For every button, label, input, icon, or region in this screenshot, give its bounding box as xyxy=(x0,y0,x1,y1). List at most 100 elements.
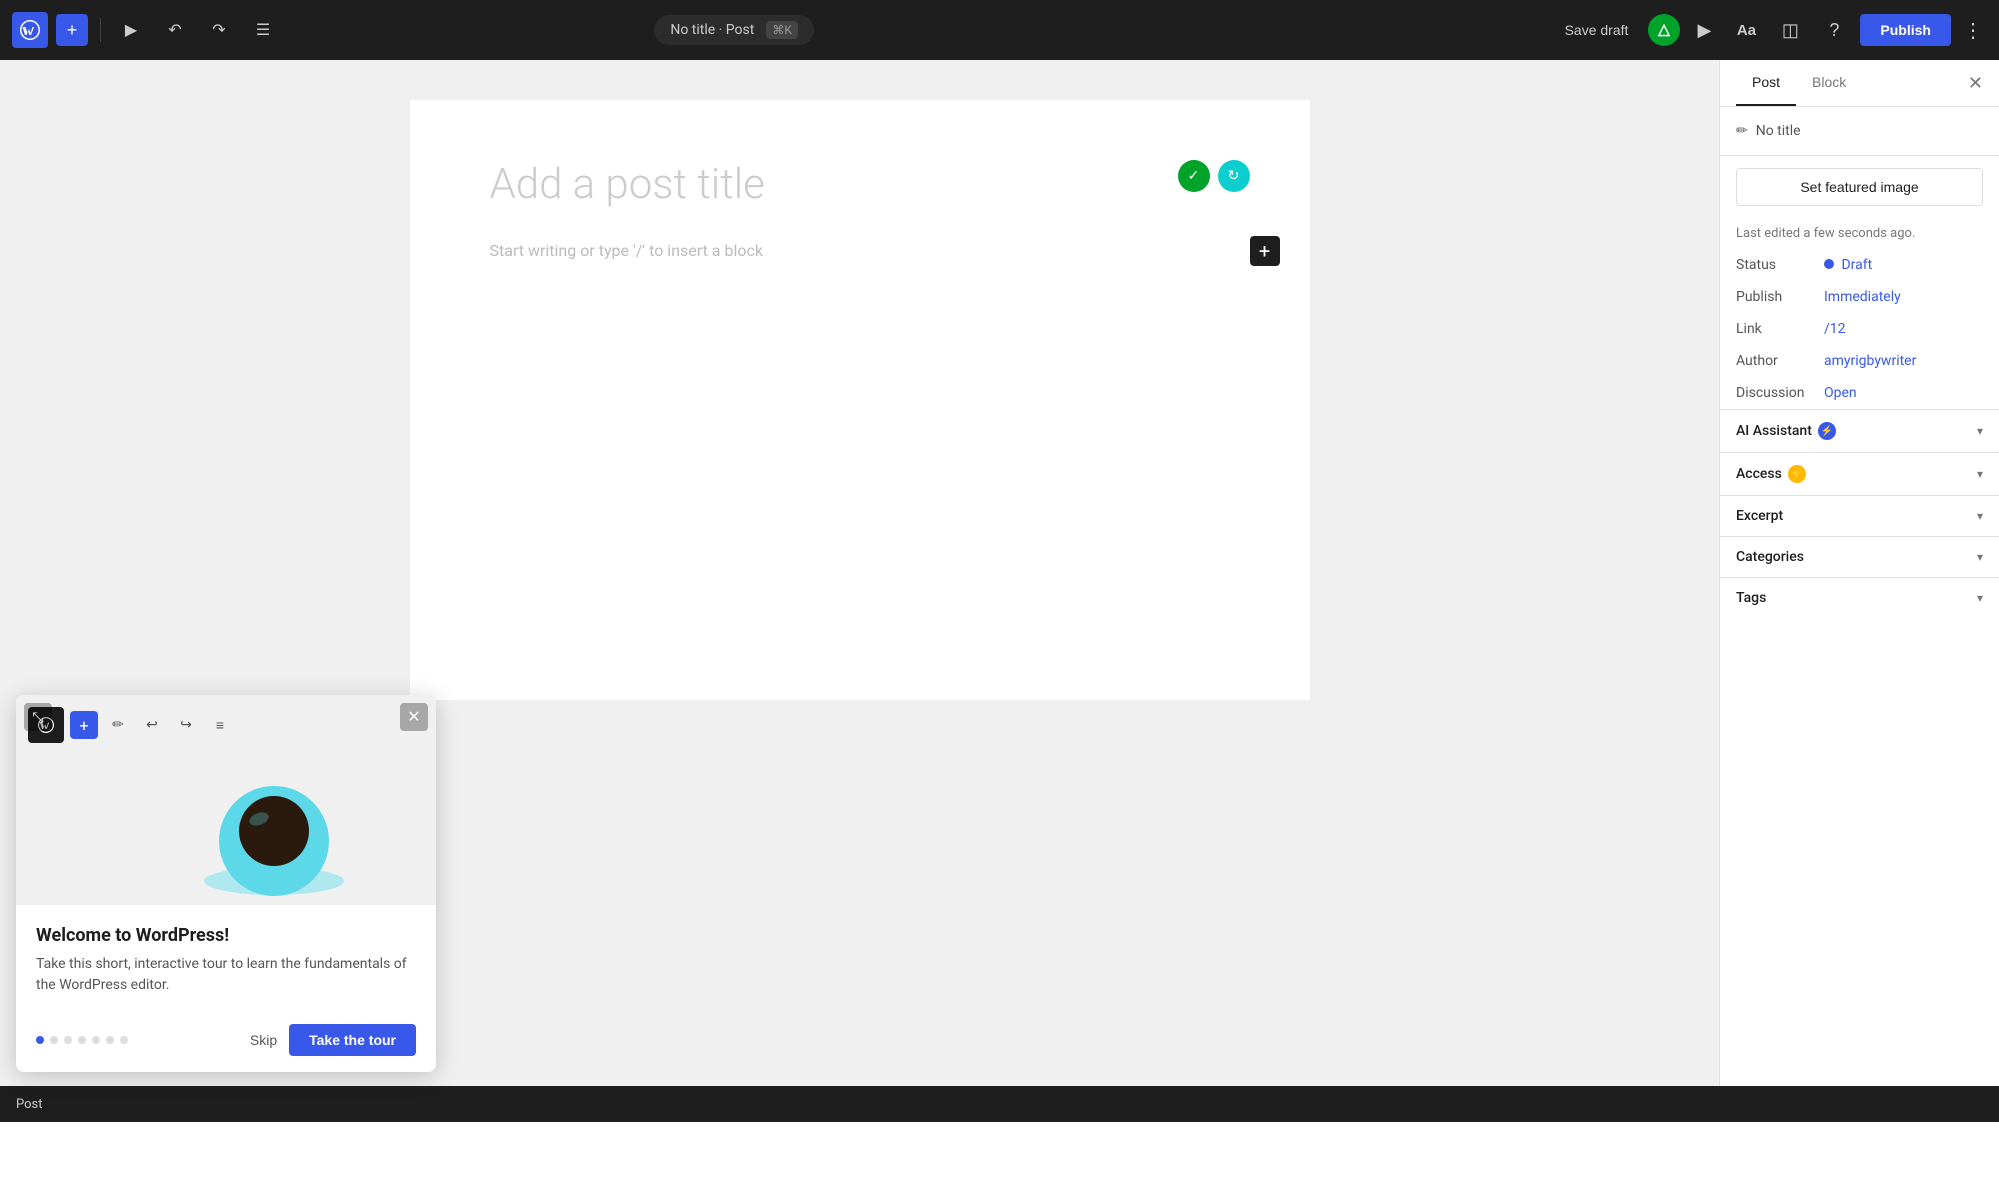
dot-3 xyxy=(64,1036,72,1044)
add-block-btn[interactable]: + xyxy=(56,14,88,46)
author-value[interactable]: amyrigbywriter xyxy=(1824,353,1916,369)
popup-close-icon: ✕ xyxy=(407,707,420,727)
jetpack-icon[interactable] xyxy=(1648,14,1680,46)
categories-header[interactable]: Categories ▾ xyxy=(1720,537,1999,577)
tags-chevron-icon: ▾ xyxy=(1977,591,1983,605)
dot-5 xyxy=(92,1036,100,1044)
dot-6 xyxy=(106,1036,114,1044)
right-sidebar: Post Block ✕ ✏ No title Set featured ima… xyxy=(1719,60,1999,1122)
editor-canvas: ✓ ↻ Start writing or type '/' to insert … xyxy=(410,100,1310,700)
author-row: Author amyrigbywriter xyxy=(1720,345,1999,377)
dot-2 xyxy=(50,1036,58,1044)
list-view-btn[interactable]: ☰ xyxy=(245,12,281,48)
access-section: Access ⚡ ▾ xyxy=(1720,452,1999,495)
access-label: Access xyxy=(1736,466,1782,482)
categories-section: Categories ▾ xyxy=(1720,536,1999,577)
take-tour-btn[interactable]: Take the tour xyxy=(289,1024,416,1056)
help-icon: ? xyxy=(1829,20,1839,41)
list-icon: ☰ xyxy=(256,20,270,40)
tab-block[interactable]: Block xyxy=(1796,60,1862,106)
mini-redo-icon: ↪ xyxy=(172,711,200,739)
publish-label: Publish xyxy=(1736,289,1816,305)
access-header[interactable]: Access ⚡ ▾ xyxy=(1720,453,1999,495)
access-chevron-icon: ▾ xyxy=(1977,467,1983,481)
help-btn[interactable]: ? xyxy=(1816,12,1852,48)
typography-icon: Aa xyxy=(1737,22,1756,39)
status-value: Draft xyxy=(1824,257,1872,273)
more-icon: ⋮ xyxy=(1963,20,1983,42)
popup-dots xyxy=(36,1036,128,1044)
title-pill[interactable]: No title · Post ⌘K xyxy=(654,15,814,45)
link-value[interactable]: /12 xyxy=(1824,321,1846,337)
status-row: Status Draft xyxy=(1720,249,1999,281)
link-label: Link xyxy=(1736,321,1816,337)
plus-inline-icon: + xyxy=(1259,239,1270,263)
preview-btn[interactable]: ▶ xyxy=(1688,14,1720,46)
popup-mini-toolbar: + ✏ ↩ ↪ ≡ xyxy=(28,707,234,743)
select-tool-btn[interactable]: ▶ xyxy=(113,12,149,48)
editor-float-icons: ✓ ↻ xyxy=(1178,160,1250,192)
pencil-icon: ✏ xyxy=(1736,123,1748,139)
undo-btn[interactable]: ↶ xyxy=(157,12,193,48)
status-dot xyxy=(1824,259,1834,269)
tab-post[interactable]: Post xyxy=(1736,60,1796,106)
expand-icon: ⤡ xyxy=(32,709,43,726)
sidebar-post-title-text: No title xyxy=(1756,123,1801,139)
post-title-input[interactable] xyxy=(490,160,1230,209)
typography-btn[interactable]: Aa xyxy=(1728,12,1764,48)
play-icon: ▶ xyxy=(1698,20,1712,41)
popup-content: Welcome to WordPress! Take this short, i… xyxy=(16,905,436,1012)
save-draft-btn[interactable]: Save draft xyxy=(1553,16,1641,44)
top-toolbar: + ▶ ↶ ↷ ☰ No title · Post ⌘K Save draft … xyxy=(0,0,1999,60)
more-options-btn[interactable]: ⋮ xyxy=(1959,14,1987,47)
separator xyxy=(100,18,101,42)
dot-7 xyxy=(120,1036,128,1044)
add-block-inline-btn[interactable]: + xyxy=(1250,236,1280,266)
post-title-display: No title · Post xyxy=(670,22,754,38)
mini-undo-icon: ↩ xyxy=(138,711,166,739)
sidebar-close-btn[interactable]: ✕ xyxy=(1968,60,1983,106)
excerpt-header[interactable]: Excerpt ▾ xyxy=(1720,496,1999,536)
popup-actions: Skip Take the tour xyxy=(250,1024,416,1056)
set-featured-image-btn[interactable]: Set featured image xyxy=(1736,168,1983,206)
status-label: Status xyxy=(1736,257,1816,273)
ai-bolt-icon: ⚡ xyxy=(1818,422,1836,440)
ai-assistant-header[interactable]: AI Assistant ⚡ ▾ xyxy=(1720,410,1999,452)
redo-btn[interactable]: ↷ xyxy=(201,12,237,48)
tags-label: Tags xyxy=(1736,590,1766,606)
redo-icon: ↷ xyxy=(212,20,225,40)
undo-icon: ↶ xyxy=(168,20,181,40)
green-float-icon[interactable]: ✓ xyxy=(1178,160,1210,192)
mini-list-icon: ≡ xyxy=(206,711,234,739)
sidebar-icon: ◫ xyxy=(1782,20,1799,41)
plus-icon: + xyxy=(67,20,78,41)
skip-btn[interactable]: Skip xyxy=(250,1032,277,1048)
publish-row: Publish Immediately xyxy=(1720,281,1999,313)
popup-expand-btn[interactable]: ⤡ xyxy=(24,703,52,731)
sidebar-tabs: Post Block ✕ xyxy=(1720,60,1999,107)
block-placeholder[interactable]: Start writing or type '/' to insert a bl… xyxy=(490,241,1230,260)
ai-chevron-icon: ▾ xyxy=(1977,424,1983,438)
author-label: Author xyxy=(1736,353,1816,369)
status-bar: Post xyxy=(0,1086,1999,1122)
excerpt-label: Excerpt xyxy=(1736,508,1783,524)
wp-logo[interactable] xyxy=(12,12,48,48)
dot-1 xyxy=(36,1036,44,1044)
sidebar-post-title-row: ✏ No title xyxy=(1720,107,1999,156)
link-row: Link /12 xyxy=(1720,313,1999,345)
dot-4 xyxy=(78,1036,86,1044)
status-bar-label: Post xyxy=(16,1097,43,1112)
shortcut-badge: ⌘K xyxy=(766,21,798,39)
tags-header[interactable]: Tags ▾ xyxy=(1720,578,1999,618)
sidebar-toggle-btn[interactable]: ◫ xyxy=(1772,12,1808,48)
publish-btn[interactable]: Publish xyxy=(1860,14,1951,46)
discussion-value[interactable]: Open xyxy=(1824,385,1857,401)
publish-value[interactable]: Immediately xyxy=(1824,289,1901,305)
popup-close-btn[interactable]: ✕ xyxy=(400,703,428,731)
toolbar-right: Save draft ▶ Aa ◫ ? Publish ⋮ xyxy=(1553,12,1987,48)
popup-preview: + ✏ ↩ ↪ ≡ ⤡ ✕ xyxy=(16,695,436,905)
block-placeholder-text: Start writing or type '/' to insert a bl… xyxy=(490,241,763,260)
teal-float-icon[interactable]: ↻ xyxy=(1218,160,1250,192)
coffee-illustration xyxy=(194,751,354,905)
tags-section: Tags ▾ xyxy=(1720,577,1999,618)
